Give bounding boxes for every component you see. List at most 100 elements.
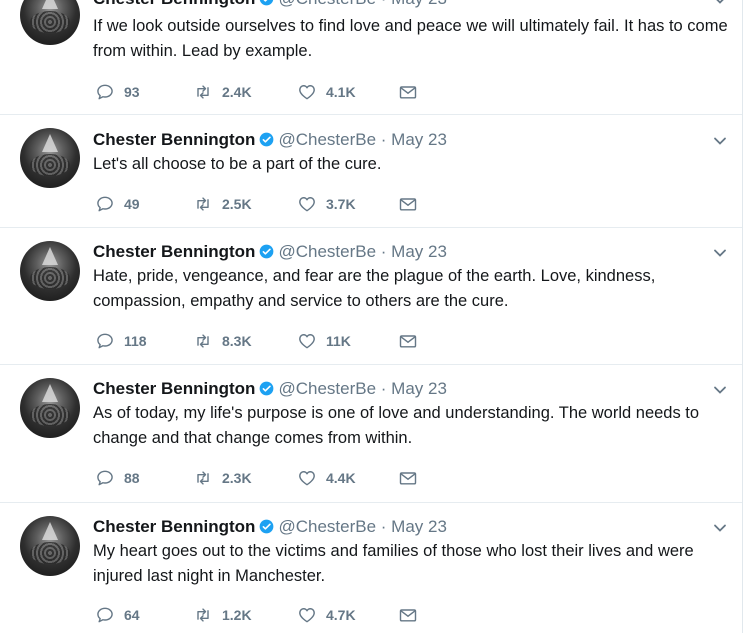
author-handle[interactable]: @ChesterBe xyxy=(278,379,376,398)
retweet-icon xyxy=(197,471,209,485)
reply-count: 93 xyxy=(124,84,140,100)
retweet-icon xyxy=(197,85,209,99)
heart-icon xyxy=(299,471,315,486)
retweet-count: 2.3K xyxy=(222,470,252,486)
reply-icon xyxy=(97,470,113,486)
direct-message-button[interactable] xyxy=(398,468,418,488)
tweet[interactable]: Chester Bennington @ChesterBe · May 23 Ha… xyxy=(0,228,742,365)
chevron-down-icon[interactable] xyxy=(712,133,728,149)
reply-count: 118 xyxy=(124,333,147,349)
like-button[interactable]: 3.7K xyxy=(297,194,356,214)
reply-button[interactable]: 64 xyxy=(95,605,140,625)
author-handle[interactable]: @ChesterBe xyxy=(278,517,376,536)
retweet-button[interactable]: 1.2K xyxy=(193,605,252,625)
reply-button[interactable]: 93 xyxy=(95,82,140,102)
envelope-icon xyxy=(399,472,417,485)
retweet-button[interactable]: 2.3K xyxy=(193,468,252,488)
reply-icon xyxy=(97,333,113,349)
like-button[interactable]: 11K xyxy=(297,331,351,351)
author-handle[interactable]: @ChesterBe xyxy=(278,242,376,261)
reply-icon xyxy=(97,196,113,212)
tweet-header: Chester Bennington @ChesterBe · May 23 xyxy=(93,241,447,263)
envelope-icon xyxy=(399,198,417,211)
tweet-header: Chester Bennington @ChesterBe · May 23 xyxy=(93,0,447,10)
tweet-date[interactable]: May 23 xyxy=(391,379,447,398)
retweet-count: 2.4K xyxy=(222,84,252,100)
tweet-date[interactable]: May 23 xyxy=(391,242,447,261)
retweet-count: 2.5K xyxy=(222,196,252,212)
tweet-text: My heart goes out to the victims and fam… xyxy=(93,542,694,585)
envelope-icon xyxy=(399,86,417,99)
tweet-header: Chester Bennington @ChesterBe · May 23 xyxy=(93,516,447,538)
timeline: Chester Bennington @ChesterBe · May 23 If… xyxy=(0,0,743,633)
reply-count: 64 xyxy=(124,607,140,623)
reply-count: 88 xyxy=(124,470,140,486)
author-name[interactable]: Chester Bennington xyxy=(93,242,255,261)
tweet-header: Chester Bennington @ChesterBe · May 23 xyxy=(93,378,447,400)
tweet-date[interactable]: May 23 xyxy=(391,0,447,8)
tweet[interactable]: Chester Bennington @ChesterBe · May 23 As… xyxy=(0,365,742,503)
reply-button[interactable]: 88 xyxy=(95,468,140,488)
tweet-text: If we look outside ourselves to find lov… xyxy=(93,17,728,60)
tweet[interactable]: Chester Bennington @ChesterBe · May 23 My… xyxy=(0,503,742,633)
retweet-count: 8.3K xyxy=(222,333,252,349)
retweet-button[interactable]: 8.3K xyxy=(193,331,252,351)
chevron-down-icon[interactable] xyxy=(712,0,728,8)
retweet-count: 1.2K xyxy=(222,607,252,623)
heart-icon xyxy=(299,85,315,100)
separator-dot: · xyxy=(380,379,387,398)
like-count: 4.7K xyxy=(326,607,356,623)
like-button[interactable]: 4.1K xyxy=(297,82,356,102)
author-name[interactable]: Chester Bennington xyxy=(93,517,255,536)
avatar[interactable] xyxy=(20,378,80,438)
retweet-icon xyxy=(197,334,209,348)
avatar[interactable] xyxy=(20,241,80,301)
verified-badge-icon xyxy=(260,132,274,147)
reply-button[interactable]: 118 xyxy=(95,331,147,351)
reply-button[interactable]: 49 xyxy=(95,194,140,214)
heart-icon xyxy=(299,334,315,349)
author-name[interactable]: Chester Bennington xyxy=(93,130,255,149)
reply-icon xyxy=(97,607,113,623)
verified-badge-icon xyxy=(260,519,274,534)
tweet-text: Let's all choose to be a part of the cur… xyxy=(93,155,382,173)
envelope-icon xyxy=(399,609,417,622)
direct-message-button[interactable] xyxy=(398,194,418,214)
tweet-header: Chester Bennington @ChesterBe · May 23 xyxy=(93,129,447,151)
tweet-date[interactable]: May 23 xyxy=(391,517,447,536)
like-count: 4.1K xyxy=(326,84,356,100)
like-button[interactable]: 4.4K xyxy=(297,468,356,488)
author-name[interactable]: Chester Bennington xyxy=(93,379,255,398)
heart-icon xyxy=(299,608,315,623)
direct-message-button[interactable] xyxy=(398,82,418,102)
verified-badge-icon xyxy=(260,381,274,396)
reply-icon xyxy=(97,84,113,100)
retweet-button[interactable]: 2.5K xyxy=(193,194,252,214)
like-button[interactable]: 4.7K xyxy=(297,605,356,625)
retweet-icon xyxy=(197,608,209,622)
tweet[interactable]: Chester Bennington @ChesterBe · May 23 If… xyxy=(0,0,742,115)
tweet-text: As of today, my life's purpose is one of… xyxy=(93,404,700,447)
direct-message-button[interactable] xyxy=(398,605,418,625)
retweet-button[interactable]: 2.4K xyxy=(193,82,252,102)
verified-badge-icon xyxy=(260,0,274,6)
like-count: 3.7K xyxy=(326,196,356,212)
author-handle[interactable]: @ChesterBe xyxy=(278,0,376,8)
chevron-down-icon[interactable] xyxy=(712,520,728,536)
separator-dot: · xyxy=(380,130,387,149)
envelope-icon xyxy=(399,335,417,348)
chevron-down-icon[interactable] xyxy=(712,382,728,398)
tweet[interactable]: Chester Bennington @ChesterBe · May 23 Le… xyxy=(0,115,742,228)
avatar[interactable] xyxy=(20,0,80,45)
avatar[interactable] xyxy=(20,128,80,188)
author-name[interactable]: Chester Bennington xyxy=(93,0,255,8)
direct-message-button[interactable] xyxy=(398,331,418,351)
separator-dot: · xyxy=(381,0,387,8)
avatar[interactable] xyxy=(20,516,80,576)
tweet-text: Hate, pride, vengeance, and fear are the… xyxy=(93,267,656,310)
chevron-down-icon[interactable] xyxy=(712,245,728,261)
author-handle[interactable]: @ChesterBe xyxy=(278,130,376,149)
tweet-date[interactable]: May 23 xyxy=(391,130,447,149)
like-count: 11K xyxy=(326,333,351,349)
separator-dot: · xyxy=(380,517,387,536)
